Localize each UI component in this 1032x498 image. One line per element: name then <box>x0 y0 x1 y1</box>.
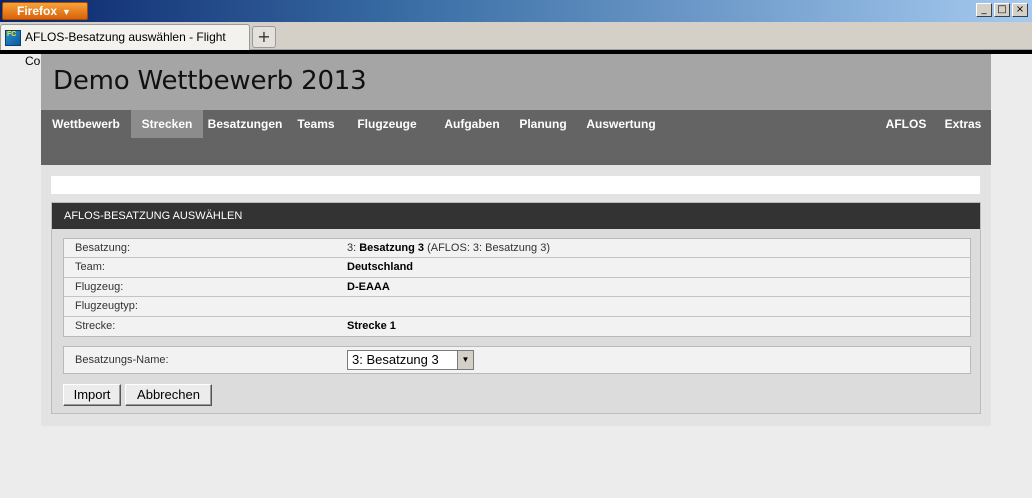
nav-item-planung[interactable]: Planung <box>515 110 571 138</box>
close-icon[interactable]: × <box>1012 3 1028 17</box>
message-bar <box>51 176 980 194</box>
table-row: Strecke: Strecke 1 <box>64 317 970 336</box>
crew-details-table: Besatzung: 3: Besatzung 3 (AFLOS: 3: Bes… <box>63 238 971 337</box>
new-tab-button[interactable]: + <box>252 26 276 48</box>
cancel-button[interactable]: Abbrechen <box>125 384 212 406</box>
row-label: Flugzeugtyp: <box>75 300 138 313</box>
nav-item-besatzungen[interactable]: Besatzungen <box>203 110 287 138</box>
crew-name-select[interactable]: 3: Besatzung 3 ▼ <box>347 350 474 370</box>
firefox-menu-button[interactable]: Firefox ▼ <box>2 2 88 20</box>
page-title: Demo Wettbewerb 2013 <box>53 66 367 96</box>
crew-aflos-ref: (AFLOS: 3: Besatzung 3) <box>424 242 550 254</box>
panel-heading: AFLOS-BESATZUNG AUSWÄHLEN <box>52 203 980 229</box>
table-row: Flugzeugtyp: <box>64 297 970 317</box>
browser-titlebar: Firefox ▼ _ □ × <box>0 0 1032 22</box>
selected-option: 3: Besatzung 3 <box>352 352 439 367</box>
team-value: Deutschland <box>347 258 413 277</box>
window-controls: _ □ × <box>976 3 1028 17</box>
row-label: Besatzung: <box>75 242 131 254</box>
nav-item-aufgaben[interactable]: Aufgaben <box>429 110 515 138</box>
nav-item-wettbewerb[interactable]: Wettbewerb <box>41 110 131 138</box>
chevron-down-icon: ▼ <box>62 7 71 17</box>
nav-item-strecken[interactable]: Strecken <box>131 110 203 138</box>
route-value: Strecke 1 <box>347 317 396 336</box>
table-row: Flugzeug: D-EAAA <box>64 278 970 298</box>
aircraft-value: D-EAAA <box>347 278 390 297</box>
nav-item-teams[interactable]: Teams <box>287 110 345 138</box>
nav-item-extras[interactable]: Extras <box>937 110 989 138</box>
dropdown-arrow-icon[interactable]: ▼ <box>457 351 473 369</box>
main-navigation: Wettbewerb Strecken Besatzungen Teams Fl… <box>41 110 991 165</box>
aircraft-registration: D-EAAA <box>347 280 390 293</box>
aflos-crew-panel: AFLOS-BESATZUNG AUSWÄHLEN Besatzung: 3: … <box>51 202 981 414</box>
table-row: Team: Deutschland <box>64 258 970 278</box>
browser-tabbar: FC AFLOS-Besatzung auswählen - Flight Co… <box>0 22 1032 68</box>
table-row: Besatzung: 3: Besatzung 3 (AFLOS: 3: Bes… <box>64 239 970 259</box>
crew-name: Besatzung 3 <box>359 242 425 254</box>
row-label: Strecke: <box>75 319 116 332</box>
page-container: Demo Wettbewerb 2013 Wettbewerb Strecken… <box>41 54 991 426</box>
team-name: Deutschland <box>347 261 414 274</box>
firefox-menu-label: Firefox <box>17 4 58 18</box>
crew-number: 3: <box>347 242 360 254</box>
nav-item-auswertung[interactable]: Auswertung <box>579 110 663 138</box>
nav-item-aflos[interactable]: AFLOS <box>879 110 933 138</box>
flight-contest-favicon-icon: FC <box>5 30 21 46</box>
browser-tab[interactable]: FC AFLOS-Besatzung auswählen - Flight Co… <box>0 24 250 68</box>
crew-value: 3: Besatzung 3 (AFLOS: 3: Besatzung 3) <box>347 239 550 258</box>
site-header: Demo Wettbewerb 2013 <box>41 54 991 110</box>
crew-name-label: Besatzungs-Name: <box>75 354 169 366</box>
minimize-icon[interactable]: _ <box>976 3 992 17</box>
import-button[interactable]: Import <box>63 384 121 406</box>
route-name: Strecke 1 <box>347 319 396 332</box>
crew-name-selection: Besatzungs-Name: 3: Besatzung 3 ▼ <box>63 346 971 374</box>
nav-item-flugzeuge[interactable]: Flugzeuge <box>345 110 429 138</box>
maximize-icon[interactable]: □ <box>994 3 1010 17</box>
row-label: Team: <box>75 261 105 274</box>
row-label: Flugzeug: <box>75 280 124 293</box>
